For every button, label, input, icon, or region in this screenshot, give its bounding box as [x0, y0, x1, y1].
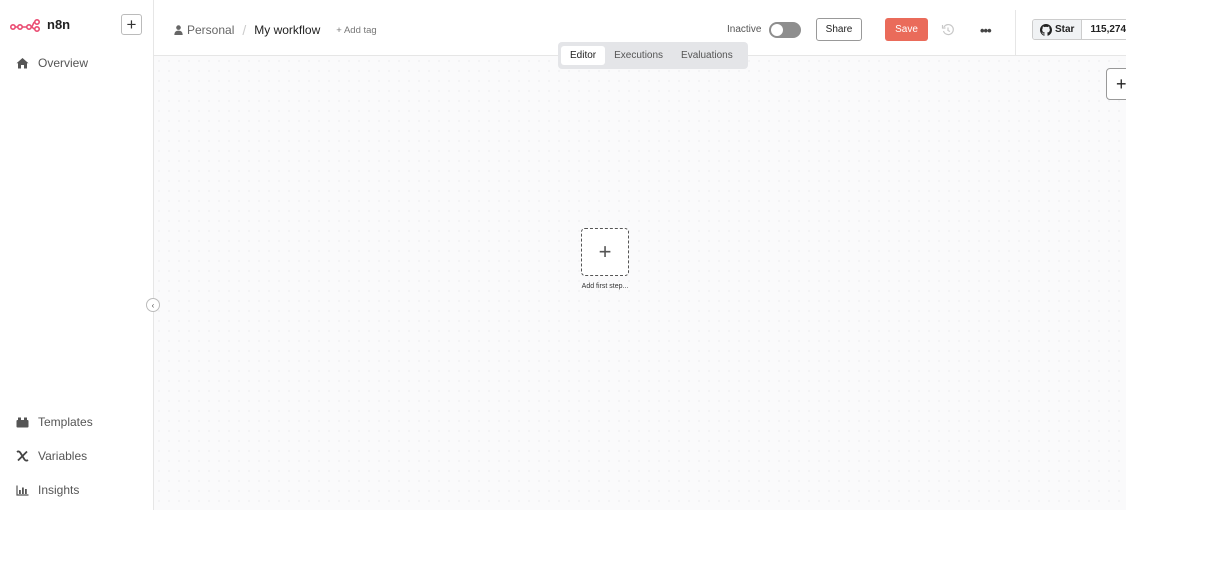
- home-icon: [16, 57, 29, 70]
- sidebar-item-label: Overview: [38, 56, 89, 70]
- tab-executions[interactable]: Executions: [605, 46, 672, 65]
- app-name: n8n: [47, 17, 71, 32]
- toggle-knob: [771, 24, 783, 36]
- sidebar-item-insights[interactable]: Insights: [16, 483, 79, 497]
- logo[interactable]: n8n: [10, 17, 70, 32]
- templates-icon: [16, 416, 29, 429]
- github-icon: [1040, 23, 1052, 36]
- collapse-sidebar-button[interactable]: ‹: [146, 298, 160, 312]
- save-button[interactable]: Save: [885, 18, 928, 41]
- project-name: Personal: [187, 23, 235, 37]
- sidebar-item-label: Variables: [38, 449, 88, 463]
- create-new-button[interactable]: +: [121, 14, 142, 35]
- n8n-logo-icon: [10, 18, 40, 32]
- workflow-canvas[interactable]: + Add first step...: [154, 56, 1126, 510]
- sidebar-item-label: Insights: [38, 483, 80, 497]
- app-window: n8n + Overview Templates Variables Insig…: [0, 0, 1126, 510]
- sidebar-item-variables[interactable]: Variables: [16, 449, 87, 463]
- header-divider: [1015, 10, 1016, 55]
- insights-icon: [16, 484, 29, 497]
- tab-editor[interactable]: Editor: [561, 46, 606, 65]
- share-button[interactable]: Share: [816, 18, 862, 41]
- tab-evaluations[interactable]: Evaluations: [672, 46, 742, 65]
- active-status-label: Inactive: [727, 24, 762, 35]
- add-first-step-button[interactable]: +: [581, 228, 629, 276]
- breadcrumb: Personal / My workflow + Add tag: [174, 22, 377, 38]
- history-icon[interactable]: [941, 23, 955, 37]
- add-first-step-label: Add first step...: [581, 283, 629, 290]
- breadcrumb-project[interactable]: Personal: [174, 23, 234, 37]
- view-tabs: Editor Executions Evaluations: [558, 42, 748, 69]
- github-star-count: 115,274: [1082, 20, 1126, 39]
- workflow-name[interactable]: My workflow: [254, 23, 320, 37]
- more-options-icon[interactable]: •••: [980, 23, 992, 38]
- user-icon: [174, 25, 183, 35]
- active-toggle[interactable]: [769, 22, 801, 38]
- variables-icon: [16, 450, 29, 463]
- github-star-label: Star: [1055, 24, 1075, 35]
- open-node-creator-button[interactable]: +: [1106, 68, 1126, 100]
- github-star[interactable]: Star: [1033, 20, 1083, 39]
- breadcrumb-separator: /: [242, 22, 247, 38]
- add-tag-button[interactable]: + Add tag: [336, 25, 376, 36]
- github-star-button[interactable]: Star 115,274: [1032, 19, 1126, 40]
- sidebar-item-overview[interactable]: Overview: [16, 56, 88, 70]
- sidebar-item-label: Templates: [38, 415, 93, 429]
- sidebar-item-templates[interactable]: Templates: [16, 415, 93, 429]
- sidebar: n8n + Overview Templates Variables Insig…: [0, 0, 154, 510]
